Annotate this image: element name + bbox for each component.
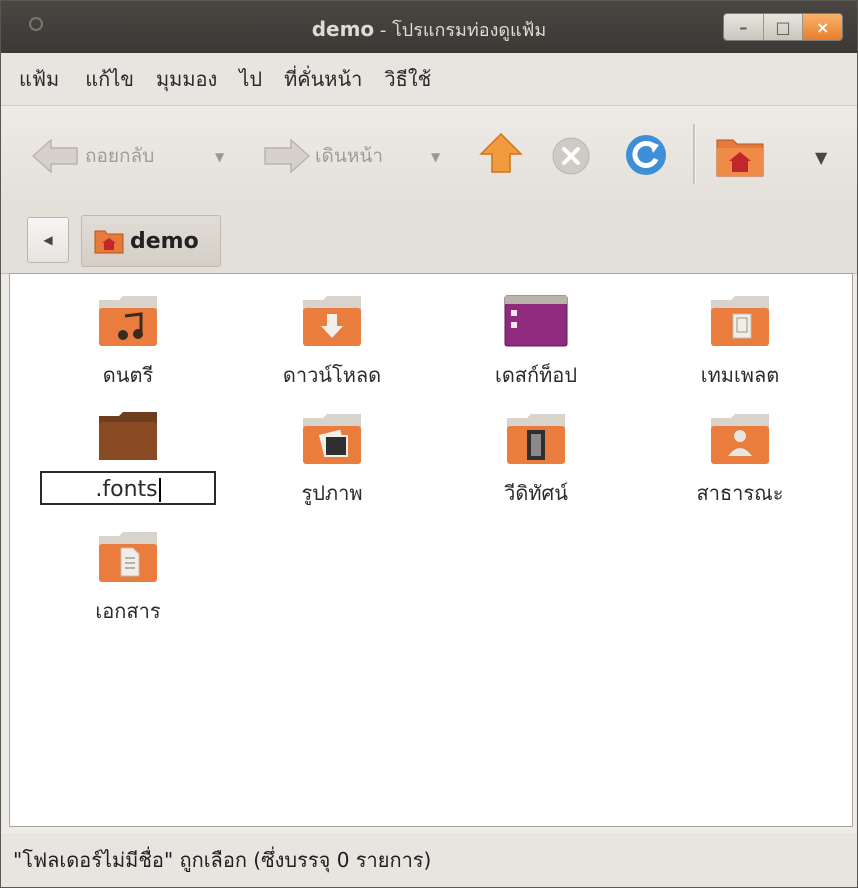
rename-input[interactable]: .fonts — [40, 471, 216, 505]
breadcrumb-demo[interactable]: demo — [81, 215, 221, 267]
toolbar-overflow-dropdown[interactable]: ▼ — [815, 148, 827, 167]
forward-history-dropdown[interactable]: ▼ — [431, 150, 440, 164]
window-title-folder: demo — [311, 17, 375, 41]
downloads-folder-icon — [303, 296, 361, 346]
up-button[interactable] — [479, 132, 523, 176]
item-label: วีดิทัศน์ — [504, 481, 568, 505]
status-text: "โฟลเดอร์ไม่มีชื่อ" ถูกเลือก (ซึ่งบรรจุ … — [13, 848, 432, 872]
window-controls: – □ × — [723, 13, 843, 41]
item-label: เทมเพลต — [700, 363, 780, 387]
home-folder-icon — [716, 139, 764, 177]
menu-edit[interactable]: แก้ไข — [85, 63, 134, 95]
menu-help[interactable]: วิธีใช้ — [384, 63, 431, 95]
videos-folder-icon — [507, 414, 565, 464]
menu-bookmarks[interactable]: ที่คั่นหน้า — [284, 63, 362, 95]
title-bar[interactable]: demo - โปรแกรมท่องดูแฟ้ม – □ × — [1, 1, 857, 53]
folder-icon — [99, 412, 157, 460]
close-button[interactable]: × — [803, 14, 842, 40]
path-bar: ◀ demo — [1, 205, 857, 274]
text-caret — [158, 478, 161, 502]
toolbar-separator — [693, 124, 696, 184]
path-scroll-left-button[interactable]: ◀ — [27, 217, 69, 263]
pictures-folder-icon — [303, 414, 361, 464]
status-bar: "โฟลเดอร์ไม่มีชื่อ" ถูกเลือก (ซึ่งบรรจุ … — [1, 833, 857, 887]
stop-icon — [552, 137, 590, 175]
item-label: ดนตรี — [102, 363, 154, 387]
minimize-button[interactable]: – — [724, 14, 764, 40]
folder-item-documents[interactable]: เอกสาร — [28, 530, 228, 627]
item-label: สาธารณะ — [696, 481, 784, 505]
menu-bar: แฟ้ม แก้ไข มุมมอง ไป ที่คั่นหน้า วิธีใช้ — [1, 53, 857, 105]
folder-item-desktop[interactable]: เดสก์ท็อป — [436, 294, 636, 391]
up-arrow-icon — [479, 132, 523, 173]
folder-item-fonts[interactable]: .fonts — [28, 412, 228, 505]
folder-item-templates[interactable]: เทมเพลต — [640, 294, 840, 391]
reload-button[interactable] — [623, 132, 669, 178]
home-folder-icon — [94, 230, 124, 254]
forward-button[interactable]: เดินหน้า — [261, 138, 383, 174]
item-label: เอกสาร — [95, 599, 161, 623]
reload-icon — [626, 135, 666, 175]
back-history-dropdown[interactable]: ▼ — [215, 150, 224, 164]
rename-text: .fonts — [95, 477, 158, 502]
folder-item-downloads[interactable]: ดาวน์โหลด — [232, 294, 432, 391]
item-label: ดาวน์โหลด — [282, 363, 382, 387]
folder-item-music[interactable]: ดนตรี — [28, 294, 228, 391]
item-label: เดสก์ท็อป — [494, 363, 578, 387]
home-button[interactable] — [715, 134, 765, 178]
back-arrow-icon — [31, 138, 78, 174]
folder-item-videos[interactable]: วีดิทัศน์ — [436, 412, 636, 509]
stop-button[interactable] — [551, 136, 591, 176]
window-title-app: - โปรแกรมท่องดูแฟ้ม — [374, 20, 547, 41]
folder-item-public[interactable]: สาธารณะ — [640, 412, 840, 509]
file-view[interactable]: ดนตรี ดาวน์โหลด เดสก์ท็อป เทมเพลต .fonts… — [9, 273, 853, 827]
back-button[interactable]: ถอยกลับ — [31, 138, 154, 174]
forward-label: เดินหน้า — [315, 145, 384, 167]
folder-item-pictures[interactable]: รูปภาพ — [232, 412, 432, 509]
toolbar: ถอยกลับ ▼ เดินหน้า ▼ ▼ — [1, 105, 857, 206]
documents-folder-icon — [99, 532, 157, 582]
maximize-button[interactable]: □ — [763, 14, 804, 40]
back-label: ถอยกลับ — [85, 145, 155, 167]
public-folder-icon — [711, 414, 769, 464]
breadcrumb-label: demo — [130, 228, 199, 254]
file-browser-window: demo - โปรแกรมท่องดูแฟ้ม – □ × แฟ้ม แก้ไ… — [0, 0, 858, 888]
music-folder-icon — [99, 296, 157, 346]
templates-folder-icon — [711, 296, 769, 346]
desktop-folder-icon — [504, 295, 568, 347]
forward-arrow-icon — [264, 138, 311, 174]
menu-file[interactable]: แฟ้ม — [19, 63, 59, 95]
item-label: รูปภาพ — [301, 481, 363, 505]
menu-go[interactable]: ไป — [239, 63, 262, 95]
menu-view[interactable]: มุมมอง — [156, 63, 217, 95]
